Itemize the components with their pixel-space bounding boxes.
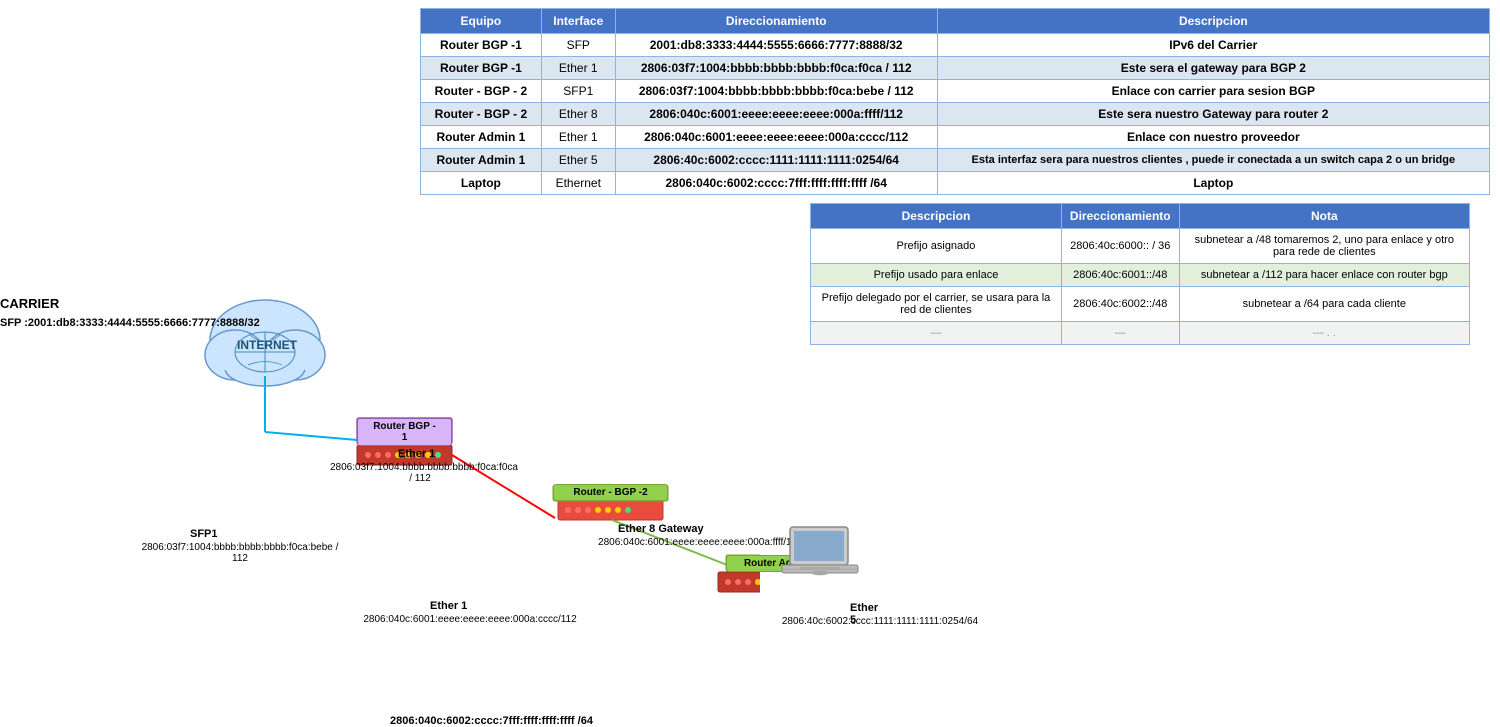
info-cell-nota: subnetear a /112 para hacer enlace con r… [1179, 264, 1469, 287]
cell-addr: 2806:040c:6001:eeee:eeee:eeee:000a:ffff/… [615, 103, 937, 126]
cell-equipo: Router - BGP - 2 [421, 103, 542, 126]
info-cell-addr: — [1061, 322, 1179, 345]
internet-label: INTERNET [232, 338, 302, 352]
laptop-icon [780, 525, 860, 590]
info-col-descripcion: Descripcion [811, 204, 1062, 229]
info-col-nota: Nota [1179, 204, 1469, 229]
cell-interface: SFP [541, 34, 615, 57]
cell-desc: Esta interfaz sera para nuestros cliente… [937, 149, 1489, 172]
bgp2-ether8-addr: 2806:040c:6001:eeee:eeee:eeee:000a:ffff/… [590, 537, 810, 548]
info-cell-addr: 2806:40c:6001::/48 [1061, 264, 1179, 287]
info-cell-desc: Prefijo usado para enlace [811, 264, 1062, 287]
info-cell-addr: 2806:40c:6002::/48 [1061, 287, 1179, 322]
info-table-row: Prefijo usado para enlace 2806:40c:6001:… [811, 264, 1470, 287]
bgp1-ether1-addr: 2806:03f7:1004:bbbb:bbbb:bbbb:f0ca:f0ca … [330, 462, 510, 484]
cell-interface: SFP1 [541, 80, 615, 103]
cell-desc: Este sera nuestro Gateway para router 2 [937, 103, 1489, 126]
cell-desc: Laptop [937, 172, 1489, 195]
cell-interface: Ether 8 [541, 103, 615, 126]
cell-equipo: Router - BGP - 2 [421, 80, 542, 103]
col-interface: Interface [541, 9, 615, 34]
diagram-svg [0, 140, 760, 620]
bgp2-sfp1-addr: 2806:03f7:1004:bbbb:bbbb:bbbb:f0ca:bebe … [140, 542, 340, 564]
cell-addr: 2001:db8:3333:4444:5555:6666:7777:8888/3… [615, 34, 937, 57]
info-cell-desc: — [811, 322, 1062, 345]
info-table-row: Prefijo delegado por el carrier, se usar… [811, 287, 1470, 322]
info-table-row: Prefijo asignado 2806:40c:6000:: / 36 su… [811, 229, 1470, 264]
table-row: Router BGP -1 Ether 1 2806:03f7:1004:bbb… [421, 57, 1490, 80]
bgp2-ether8-label: Ether 8 Gateway [618, 523, 704, 535]
cell-desc: Enlace con nuestro proveedor [937, 126, 1489, 149]
col-equipo: Equipo [421, 9, 542, 34]
table-row: Router - BGP - 2 SFP1 2806:03f7:1004:bbb… [421, 80, 1490, 103]
cell-desc: IPv6 del Carrier [937, 34, 1489, 57]
cell-addr: 2806:03f7:1004:bbbb:bbbb:bbbb:f0ca:f0ca … [615, 57, 937, 80]
col-descripcion: Descripcion [937, 9, 1489, 34]
info-cell-addr: 2806:40c:6000:: / 36 [1061, 229, 1179, 264]
cell-equipo: Router BGP -1 [421, 57, 542, 80]
carrier-label: CARRIER SFP :2001:db8:3333:4444:5555:666… [0, 294, 260, 332]
cell-desc: Este sera el gateway para BGP 2 [937, 57, 1489, 80]
router-bgp2-label: Router - BGP -2 [553, 484, 668, 501]
cell-interface: Ether 1 [541, 57, 615, 80]
info-cell-nota: subnetear a /48 tomaremos 2, uno para en… [1179, 229, 1469, 264]
table-row: Router BGP -1 SFP 2001:db8:3333:4444:555… [421, 34, 1490, 57]
cell-equipo: Router BGP -1 [421, 34, 542, 57]
info-cell-nota: — . . [1179, 322, 1469, 345]
info-table: Descripcion Direccionamiento Nota Prefij… [810, 203, 1470, 345]
info-table-row: — — — . . [811, 322, 1470, 345]
admin1-ether1-addr: 2806:040c:6001:eeee:eeee:eeee:000a:cccc/… [350, 614, 590, 625]
bgp1-ether1-label: Ether 1 [398, 448, 435, 460]
cell-desc: Enlace con carrier para sesion BGP [937, 80, 1489, 103]
cell-addr: 2806:03f7:1004:bbbb:bbbb:bbbb:f0ca:bebe … [615, 80, 937, 103]
info-cell-desc: Prefijo delegado por el carrier, se usar… [811, 287, 1062, 322]
table-row: Router - BGP - 2 Ether 8 2806:040c:6001:… [421, 103, 1490, 126]
col-direccionamiento: Direccionamiento [615, 9, 937, 34]
info-cell-nota: subnetear a /64 para cada cliente [1179, 287, 1469, 322]
laptop-addr: 2806:040c:6002:cccc:7fff:ffff:ffff:ffff … [390, 715, 593, 727]
admin1-ether1-label: Ether 1 [430, 600, 467, 612]
router-bgp1-label: Router BGP -1 [357, 418, 452, 446]
info-cell-desc: Prefijo asignado [811, 229, 1062, 264]
bgp2-sfp1-label: SFP1 [190, 528, 218, 540]
info-col-direccionamiento: Direccionamiento [1061, 204, 1179, 229]
network-diagram: CARRIER SFP :2001:db8:3333:4444:5555:666… [0, 140, 760, 620]
